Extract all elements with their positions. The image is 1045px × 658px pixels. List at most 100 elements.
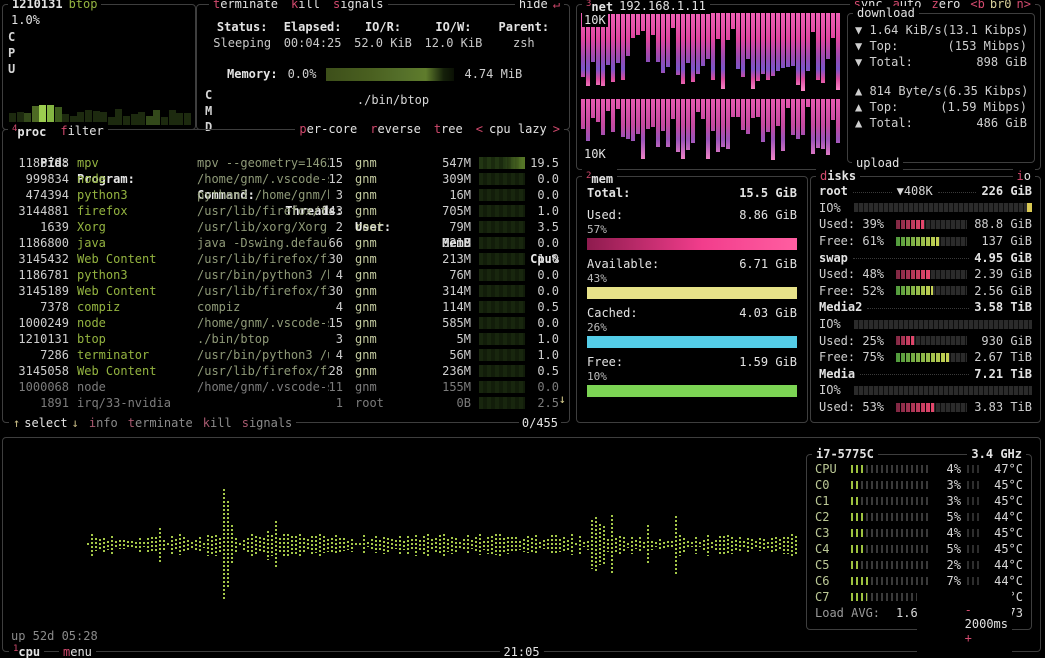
arrow-up-icon[interactable]: ↑ [13,416,20,430]
table-row[interactable]: 1891irq/33-nvidia1root0B2.5 [11,395,561,411]
upload-stat-value: 486 GiB [976,115,1027,131]
proc-threads: 143 [283,203,343,219]
table-row[interactable]: 7378compizcompiz4gnm114M0.5 [11,299,561,315]
proc-program: Xorg [77,219,195,235]
proc-box-title[interactable]: 4proc [12,122,46,139]
disk-io-meter [854,386,1032,395]
disk-io-tip [1027,203,1032,212]
tree-toggle[interactable]: tree [434,122,463,136]
iface-prev-button[interactable]: <b [970,0,984,11]
mem-box-title[interactable]: 2mem [586,169,613,186]
proc-program: node [77,315,195,331]
sort-prev-icon[interactable]: < [476,122,483,136]
proc-mem: 16M [415,187,471,203]
refresh-decrease-button[interactable]: - [965,603,972,617]
process-detail-info-box: terminate kill signals hide ↵ Status:Sle… [196,4,570,130]
detail-field: Status:Sleeping [207,19,277,51]
refresh-increase-button[interactable]: + [965,631,972,645]
detail-field-value: Sleeping [207,35,277,51]
detail-field-value: 00:04:25 [277,35,347,51]
mem-percent: 43% [587,272,797,286]
proc-pid: 1186798 [11,155,69,171]
table-row[interactable]: 3145432Web Content/usr/lib/firefox/fi30g… [11,251,561,267]
table-row[interactable]: 474394python3python3 /home/gnm/b3gnm16M0… [11,187,561,203]
upload-stat-label: ▲ 814 Byte/s [855,83,942,99]
proc-threads: 4 [283,299,343,315]
kill-footer-button[interactable]: kill [203,416,232,430]
table-row[interactable]: 1186798mpvmpv --geometry=146215gnm547M19… [11,155,561,171]
upload-scale: 10K [582,148,608,161]
proc-user: gnm [355,187,415,203]
disk-free-meter [896,286,967,295]
hide-button[interactable]: hide ↵ [515,0,564,11]
reverse-toggle[interactable]: reverse [370,122,421,136]
sort-next-icon[interactable]: > [553,122,560,136]
core-label: CPU [815,462,851,476]
arrow-down-icon[interactable]: ↓ [72,416,79,430]
io-mode-toggle[interactable]: io [1017,169,1031,183]
proc-program: node [77,379,195,395]
menu-button[interactable]: menu [63,645,92,658]
proc-cpu-graph [479,381,525,393]
detail-cpu-percent: 1.0% [11,13,40,27]
disk-used-row: Used: 39%88.8 GiB [819,216,1032,233]
terminate-footer-button[interactable]: terminate [128,416,193,430]
mem-content: Total: 15.5 GiB Used:8.86 GiB57%Availabl… [587,185,797,397]
proc-pid: 3145189 [11,283,69,299]
upload-stat-label: ▲ Total: [855,115,913,131]
proc-threads: 28 [283,363,343,379]
process-detail-graph-box: 1210131 btop 1.0% CPU [2,4,196,130]
detail-field: IO/W:12.0 KiB [418,19,488,51]
upload-stat-row: ▲ Total: 486 GiB [855,115,1027,131]
proc-user: gnm [355,203,415,219]
table-row[interactable]: 1000068node/home/gnm/.vscode-s11gnm155M0… [11,379,561,395]
proc-cpu-percent: 2.5 [525,395,559,411]
table-row[interactable]: 1186800javajava -Dswing.defaul66gnm621M0… [11,235,561,251]
table-row[interactable]: 1210131btop./bin/btop3gnm5M1.0 [11,331,561,347]
terminate-button[interactable]: terminate [213,0,278,11]
proc-user: gnm [355,251,415,267]
table-row[interactable]: 1639Xorg/usr/lib/xorg/Xorg2root79M3.5 [11,219,561,235]
disks-box: disks io root▼408K226 GiBIO%Used: 39%88.… [810,176,1041,423]
info-button[interactable]: info [89,416,118,430]
memory-value: 4.74 MiB [464,67,522,81]
core-usage-percent: 3% [931,478,961,492]
proc-user: gnm [355,171,415,187]
table-row[interactable]: 3145058Web Content/usr/lib/firefox/fi28g… [11,363,561,379]
cmd-axis-label: CMD [205,87,212,135]
core-usage-meter [851,561,931,569]
download-stat-row: ▼ Top:(153 Mibps) [855,38,1027,54]
mem-box: 2mem Total: 15.5 GiB Used:8.86 GiB57%Ava… [576,176,808,423]
core-usage-percent: 2% [931,558,961,572]
table-row[interactable]: 999834node/home/gnm/.vscode-s12gnm309M0.… [11,171,561,187]
per-core-toggle[interactable]: per-core [299,122,357,136]
disks-box-title[interactable]: disks [820,169,856,183]
proc-pid: 1639 [11,219,69,235]
table-row[interactable]: 1186781python3/usr/bin/python3 /h4gnm76M… [11,267,561,283]
signals-button[interactable]: signals [333,0,384,11]
proc-cpu-percent: 3.5 [525,219,559,235]
disk-free-value: 137 GiB [972,233,1032,249]
disk-free-row: Free: 52%2.56 GiB [819,283,1032,300]
table-row[interactable]: 3145189Web Content/usr/lib/firefox/fi30g… [11,283,561,299]
select-control[interactable]: ↑ select ↓ [13,416,79,430]
proc-mem: 5M [415,331,471,347]
mem-bar-cached [587,336,797,348]
cpu-box-title[interactable]: 1cpu [13,642,40,658]
kill-button[interactable]: kill [291,0,320,11]
net-box-title[interactable]: 3net [586,0,613,14]
proc-cpu-percent: 0.0 [525,283,559,299]
sort-selector[interactable]: < cpu lazy > [476,122,560,136]
download-stat-label: ▼ Top: [855,38,898,54]
scroll-down-icon[interactable]: ↓ [559,392,566,406]
iface-next-button[interactable]: n> [1017,0,1031,11]
table-row[interactable]: 7286terminator/usr/bin/python3 /u4gnm56M… [11,347,561,363]
disk-free-label: Free: 52% [819,283,891,299]
net-zero-button[interactable]: zero [931,0,960,11]
detail-field: IO/R:52.0 KiB [348,19,418,51]
table-row[interactable]: 3144881firefox/usr/lib/firefox/fi143gnm7… [11,203,561,219]
proc-cpu-graph [479,317,525,329]
filter-button[interactable]: filter [60,124,103,138]
signals-footer-button[interactable]: signals [242,416,293,430]
table-row[interactable]: 1000249node/home/gnm/.vscode-s15gnm585M0… [11,315,561,331]
